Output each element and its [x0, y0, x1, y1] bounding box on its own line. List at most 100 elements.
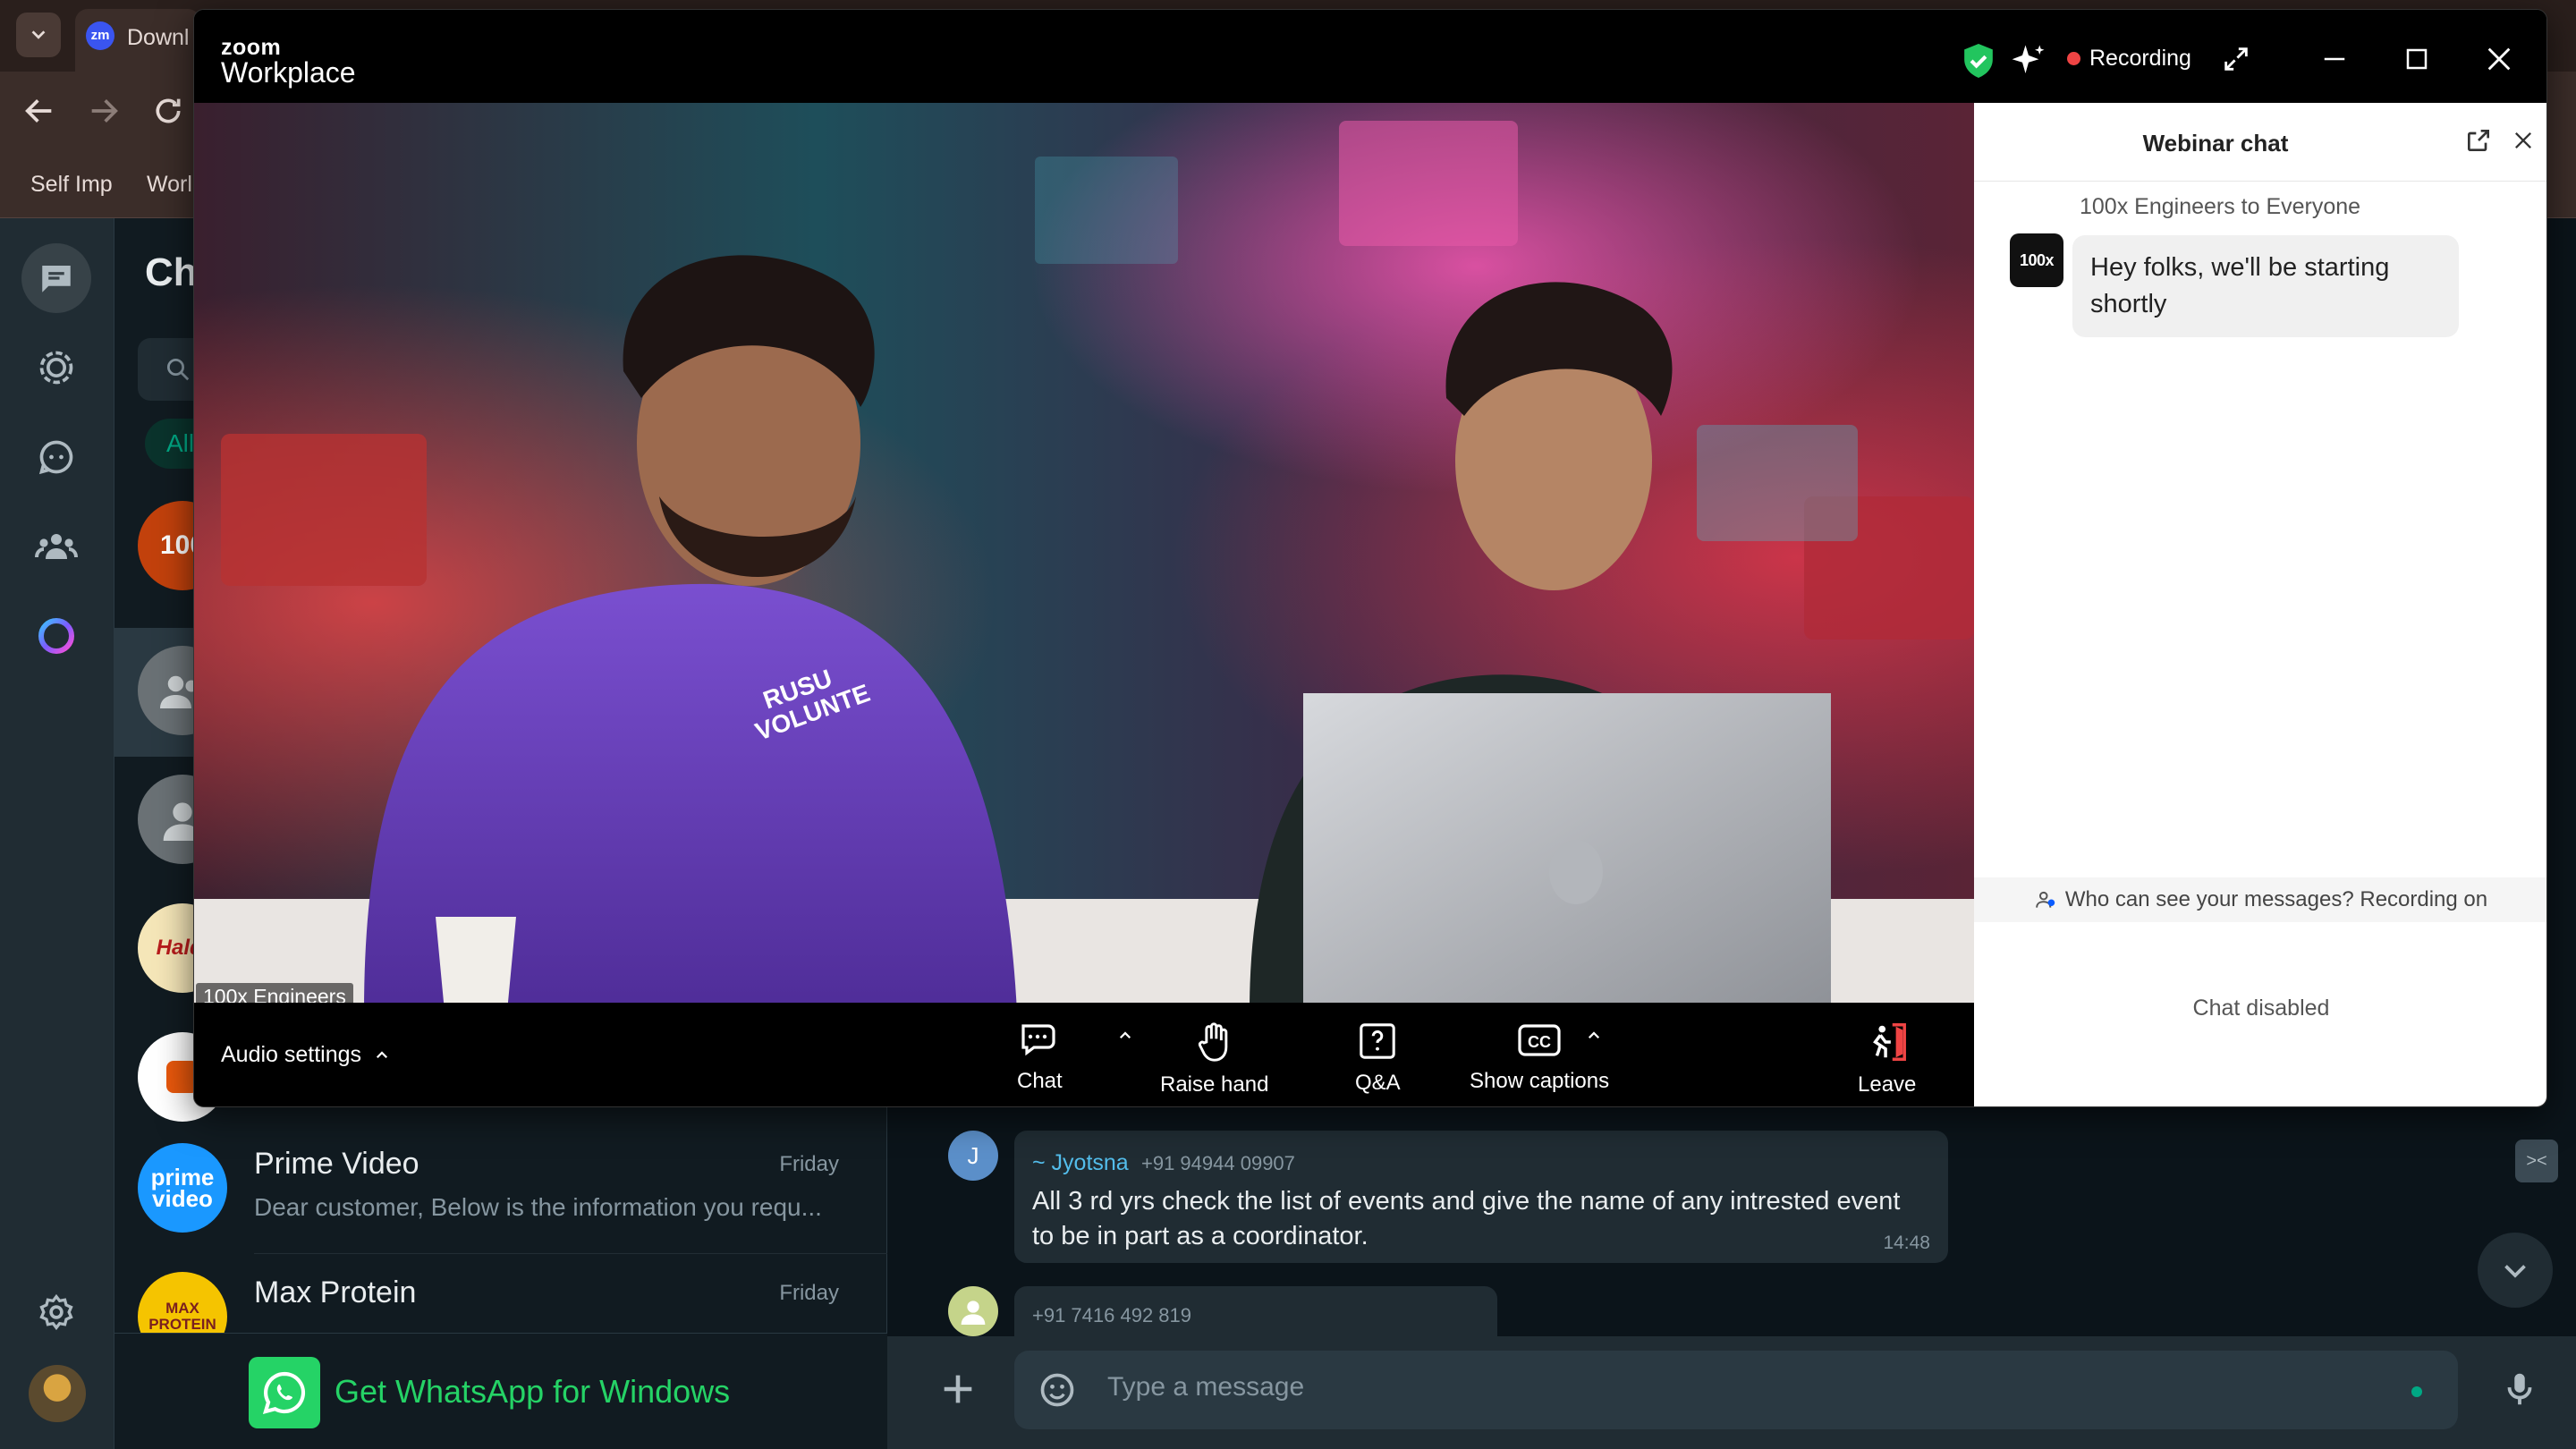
leave-button[interactable]: Leave — [1858, 1021, 1916, 1097]
reload-button[interactable] — [150, 93, 186, 129]
prime-video-avatar: prime video — [138, 1143, 227, 1233]
chat-message-bubble: Hey folks, we'll be starting shortly — [2072, 235, 2459, 337]
chevron-up-icon — [1588, 1031, 1600, 1039]
ai-companion-button[interactable] — [2010, 42, 2047, 80]
encryption-shield[interactable] — [1962, 42, 1996, 80]
mic-button[interactable] — [2499, 1367, 2540, 1411]
profile-avatar[interactable] — [29, 1365, 86, 1422]
zoom-favicon: zm — [86, 21, 114, 50]
minimize-button[interactable] — [2321, 46, 2348, 72]
message-phone: +91 7416 492 819 — [1032, 1304, 1192, 1326]
people-visibility-icon — [2036, 891, 2055, 908]
recording-indicator[interactable]: Recording — [2067, 46, 2191, 72]
forward-button[interactable] — [86, 93, 122, 129]
message-input-placeholder: Type a message — [1107, 1372, 1305, 1402]
message-bubble: +91 7416 492 819 — [1014, 1286, 1497, 1340]
message-input[interactable]: Type a message — [1014, 1351, 2458, 1429]
chats-icon — [42, 266, 71, 292]
zoom-title-bar: zoom Workplace Recording — [194, 10, 2546, 103]
expand-side-button[interactable]: >< — [2515, 1140, 2558, 1182]
sparkle-icon — [2012, 45, 2045, 73]
qa-label: Q&A — [1355, 1071, 1401, 1095]
chat-list-title: Ch — [145, 250, 198, 294]
person-icon — [961, 1301, 986, 1325]
qa-icon — [1360, 1023, 1396, 1059]
chat-panel-header: Webinar chat — [1974, 103, 2546, 182]
raise-hand-button[interactable]: Raise hand — [1160, 1021, 1268, 1097]
chevron-up-icon — [377, 1050, 388, 1058]
settings-nav-button[interactable] — [21, 1277, 91, 1347]
prime-video-logo-text: prime video — [150, 1164, 215, 1212]
reload-icon — [156, 98, 181, 123]
chat-time: Friday — [779, 1152, 839, 1176]
qa-button[interactable]: Q&A — [1355, 1021, 1401, 1096]
video-feed: RUSU VOLUNTE 100x Engineers — [194, 103, 1974, 1012]
chat-options-caret[interactable] — [1117, 1028, 1133, 1044]
communities-icon — [35, 534, 78, 559]
recording-dot — [2067, 52, 2080, 65]
svg-text:CC: CC — [1528, 1033, 1551, 1051]
communities-nav-button[interactable] — [21, 512, 91, 581]
gear-icon — [39, 1293, 73, 1331]
audio-settings-button[interactable]: Audio settings — [221, 1042, 390, 1068]
speaker-video-frame — [194, 103, 1974, 1012]
status-nav-button[interactable] — [21, 333, 91, 402]
arrow-left-icon — [25, 99, 52, 123]
message-text: All 3 rd yrs check the list of events an… — [1032, 1187, 1901, 1250]
bookmark-self-imp[interactable]: Self Imp — [16, 165, 127, 204]
attach-button[interactable] — [937, 1368, 979, 1410]
get-whatsapp-banner[interactable]: Get WhatsApp for Windows — [114, 1333, 887, 1449]
scroll-to-bottom-button[interactable] — [2478, 1233, 2553, 1308]
whatsapp-nav-rail — [0, 218, 114, 1449]
chat-message-text: Hey folks, we'll be starting shortly — [2090, 253, 2390, 318]
microphone-icon — [2507, 1373, 2532, 1405]
close-window-button[interactable] — [2484, 44, 2514, 74]
close-icon — [2515, 132, 2531, 148]
back-button[interactable] — [21, 93, 57, 129]
chat-time: Friday — [779, 1281, 839, 1305]
meta-ai-icon — [38, 618, 74, 654]
online-indicator — [2410, 1385, 2424, 1399]
popout-chat-button[interactable] — [2464, 126, 2493, 155]
max-protein-avatar: MAX PROTEIN — [138, 1272, 227, 1335]
chat-name: Prime Video — [254, 1147, 419, 1181]
close-icon — [2487, 47, 2511, 71]
close-chat-button[interactable] — [2511, 128, 2536, 153]
raise-hand-label: Raise hand — [1160, 1072, 1269, 1097]
visibility-notice-text: Who can see your messages? Recording on — [2064, 887, 2488, 911]
chat-item-prime-video[interactable]: prime video Prime Video Friday Dear cust… — [114, 1125, 887, 1254]
shield-check-icon — [1964, 44, 1993, 78]
chat-sender-line: 100x Engineers to Everyone — [2080, 194, 2361, 219]
chat-disabled-text: Chat disabled — [2192, 996, 2330, 1021]
emoji-sticker-icon — [1040, 1373, 1074, 1407]
chat-icon — [1021, 1024, 1055, 1056]
leave-icon — [1872, 1023, 1906, 1061]
message-sender: ~ Jyotsna — [1032, 1150, 1129, 1175]
audio-settings-label: Audio settings — [221, 1042, 362, 1067]
plus-icon — [944, 1375, 972, 1403]
maximize-button[interactable] — [2403, 46, 2430, 72]
captions-options-caret[interactable] — [1586, 1028, 1602, 1044]
chat-name: Max Protein — [254, 1275, 417, 1309]
chat-item-max-protein[interactable]: MAX PROTEIN Max Protein Friday — [114, 1254, 887, 1335]
maximize-icon — [2406, 48, 2428, 70]
get-whatsapp-text: Get WhatsApp for Windows — [335, 1373, 731, 1410]
arrow-right-icon — [91, 99, 118, 123]
chats-nav-button[interactable] — [21, 243, 91, 313]
tab-title: Downl — [127, 25, 190, 50]
fullscreen-button[interactable] — [2221, 44, 2251, 74]
popout-icon — [2468, 130, 2489, 151]
sender-avatar-2 — [948, 1286, 998, 1336]
whatsapp-logo-icon — [249, 1357, 320, 1428]
visibility-notice[interactable]: Who can see your messages? Recording on — [1974, 877, 2546, 922]
chat-panel-title: Webinar chat — [2142, 130, 2289, 157]
tab-list-dropdown-button[interactable] — [16, 13, 61, 57]
channels-nav-button[interactable] — [21, 422, 91, 492]
chevron-down-icon — [2504, 1265, 2526, 1278]
meta-ai-nav-button[interactable] — [21, 601, 91, 671]
browser-tab[interactable]: zm Downl — [75, 9, 200, 72]
chat-button[interactable]: Chat — [1017, 1021, 1063, 1094]
recording-label: Recording — [2089, 46, 2191, 71]
sender-avatar-j: J — [948, 1131, 998, 1181]
sender-avatar-100x: 100x — [2010, 233, 2063, 287]
